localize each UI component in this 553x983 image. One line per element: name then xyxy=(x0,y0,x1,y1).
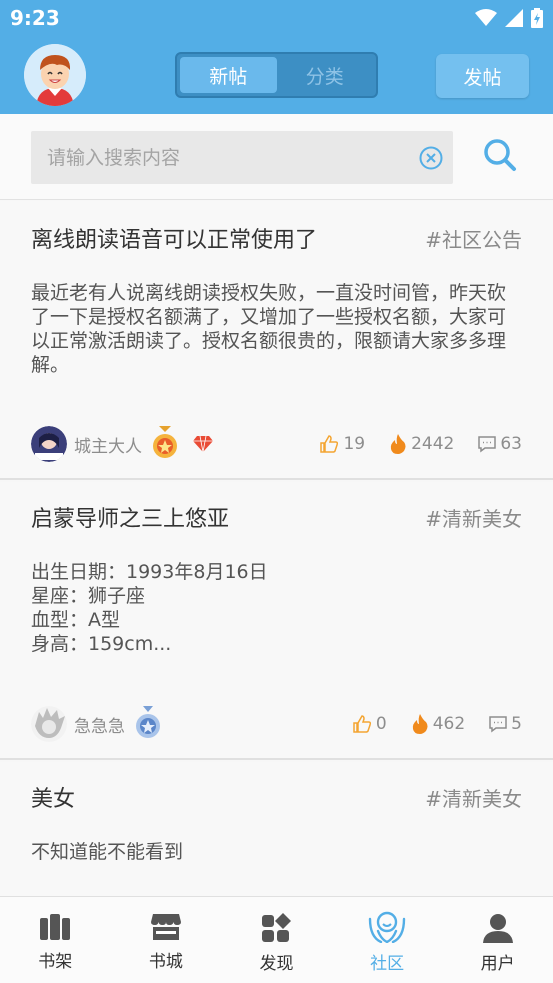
search-box xyxy=(31,131,453,184)
author-name[interactable]: 急急急 xyxy=(74,712,125,737)
author-name[interactable]: 城主大人 xyxy=(74,432,142,457)
clear-icon[interactable] xyxy=(419,146,443,170)
view-count: 462 xyxy=(432,714,466,734)
tab-new-posts[interactable]: 新帖 xyxy=(180,57,277,93)
post-category-tag[interactable]: #清新美女 xyxy=(425,503,522,532)
post-title: 启蒙导师之三上悠亚 xyxy=(31,507,230,532)
post-category-tag[interactable]: #清新美女 xyxy=(425,783,522,812)
screen: 9:23 新帖 分类 发帖 请输入搜索内容 离线朗读语音可以正常使用了 #社区公… xyxy=(0,0,553,983)
tab-categories[interactable]: 分类 xyxy=(277,57,374,93)
search-input[interactable] xyxy=(31,131,411,184)
nav-community[interactable]: 社区 xyxy=(332,897,443,983)
status-time: 9:23 xyxy=(10,6,60,30)
app-header: 9:23 新帖 分类 发帖 xyxy=(0,0,553,114)
nav-discover[interactable]: 发现 xyxy=(221,897,332,983)
discover-icon xyxy=(262,913,292,942)
nav-label: 书架 xyxy=(38,952,73,972)
post-excerpt-line: 出生日期：1993年8月16日 xyxy=(31,561,268,583)
like-count: 19 xyxy=(343,434,366,454)
new-post-button[interactable]: 发帖 xyxy=(436,54,529,98)
post-title: 离线朗读语音可以正常使用了 xyxy=(31,228,318,253)
like-icon[interactable] xyxy=(352,714,372,734)
signal-icon xyxy=(505,9,523,27)
post-stats: 0 462 5 xyxy=(352,706,522,742)
post-excerpt-line: 身高：159cm... xyxy=(31,633,172,655)
post-item[interactable]: 启蒙导师之三上悠亚 #清新美女 出生日期：1993年8月16日 星座：狮子座 血… xyxy=(0,482,553,760)
bookshelf-icon xyxy=(40,914,71,940)
search-bar xyxy=(0,114,553,200)
nav-label: 发现 xyxy=(259,954,294,974)
post-excerpt: 最近老有人说离线朗读授权失败，一直没时间管，昨天砍了一下是授权名额满了，又增加了… xyxy=(31,282,507,376)
user-avatar[interactable] xyxy=(24,44,86,106)
avatar-cartoon-icon xyxy=(24,44,86,106)
nav-label: 社区 xyxy=(370,954,405,974)
feed-segmented-control: 新帖 分类 xyxy=(175,52,378,98)
store-icon xyxy=(150,914,181,940)
comment-icon[interactable] xyxy=(489,715,507,733)
search-icon[interactable] xyxy=(483,138,517,172)
status-icons xyxy=(475,8,543,28)
comment-count: 5 xyxy=(511,714,522,734)
author-avatar[interactable] xyxy=(31,426,67,462)
hot-icon xyxy=(412,714,428,734)
post-meta: 城主大人 19 2442 63 xyxy=(31,426,522,462)
view-count: 2442 xyxy=(411,434,455,454)
post-category-tag[interactable]: #社区公告 xyxy=(425,224,522,253)
bottom-navigation: 书架 书城 发现 社区 用户 xyxy=(0,896,553,983)
wifi-icon xyxy=(475,9,497,26)
battery-icon xyxy=(531,8,543,28)
nav-bookshelf[interactable]: 书架 xyxy=(0,897,111,983)
post-stats: 19 2442 63 xyxy=(319,426,522,462)
diamond-badge-icon xyxy=(193,435,213,453)
post-excerpt: 不知道能不能看到 xyxy=(31,841,184,863)
nav-label: 书城 xyxy=(148,952,183,972)
like-icon[interactable] xyxy=(319,434,339,454)
author-avatar[interactable] xyxy=(31,706,67,742)
post-title: 美女 xyxy=(31,787,76,812)
nav-store[interactable]: 书城 xyxy=(111,897,222,983)
medal-badge-icon xyxy=(153,426,177,458)
post-excerpt: 出生日期：1993年8月16日 星座：狮子座 血型：A型 身高：159cm... xyxy=(31,560,511,656)
post-excerpt-line: 血型：A型 xyxy=(31,609,120,631)
post-item[interactable]: 离线朗读语音可以正常使用了 #社区公告 最近老有人说离线朗读授权失败，一直没时间… xyxy=(0,201,553,480)
medal-badge-icon xyxy=(136,706,160,738)
nav-label: 用户 xyxy=(480,954,515,974)
hot-icon xyxy=(390,434,406,454)
status-bar: 9:23 xyxy=(0,0,553,38)
user-icon xyxy=(482,914,513,943)
like-count: 0 xyxy=(375,714,387,734)
post-excerpt-line: 星座：狮子座 xyxy=(31,585,146,607)
nav-user[interactable]: 用户 xyxy=(442,897,553,983)
comment-count: 63 xyxy=(500,434,522,454)
post-meta: 急急急 0 462 5 xyxy=(31,706,522,742)
comment-icon[interactable] xyxy=(478,435,497,453)
community-icon xyxy=(368,911,406,943)
post-item[interactable]: 美女 #清新美女 不知道能不能看到 xyxy=(0,762,553,896)
